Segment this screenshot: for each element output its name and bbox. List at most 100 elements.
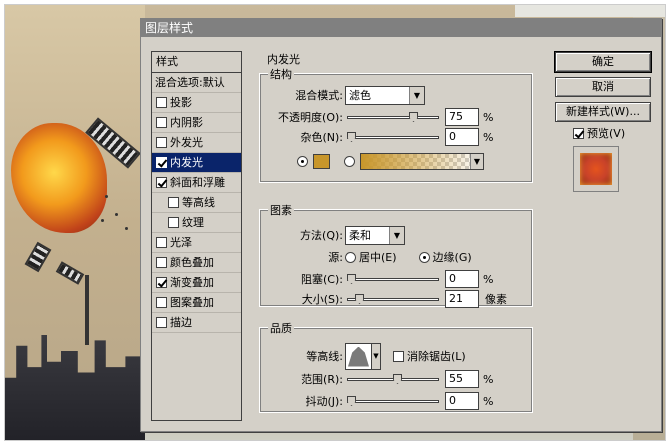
style-item-label: 描边 [170,316,192,329]
style-item-label: 等高线 [182,196,215,209]
panel-title: 内发光 [267,53,300,66]
opacity-slider[interactable] [347,112,439,122]
size-input[interactable]: 21 [445,290,479,308]
style-list-item[interactable]: 颜色叠加 [152,253,241,273]
style-list-item[interactable]: 内阴影 [152,113,241,133]
style-checkbox[interactable] [168,217,179,228]
style-items: 投影内阴影 外发光内发光斜面和浮雕等高线纹理光泽颜色叠加渐变叠加图案叠加描边 [152,93,241,333]
style-list-item[interactable]: 内发光 [152,153,241,173]
choke-label: 阻塞(C): [301,273,343,286]
jitter-input[interactable]: 0 [445,392,479,410]
inner-glow-panel: 内发光 结构 混合模式: 滤色 ▼ 不透明度(O): 75 % 杂色(N): 0… [259,51,541,421]
choke-slider[interactable] [347,274,439,284]
glow-color-swatch[interactable] [313,153,330,169]
range-label: 范围(R): [301,373,343,386]
size-slider-thumb[interactable] [355,294,364,304]
style-checkbox[interactable] [156,117,167,128]
style-checkbox[interactable] [156,137,167,148]
preview-label[interactable]: 预览(V) [587,125,625,141]
choke-input[interactable]: 0 [445,270,479,288]
range-slider-thumb[interactable] [393,374,402,384]
style-checkbox[interactable] [156,317,167,328]
style-checkbox[interactable] [156,97,167,108]
slider-track [347,116,439,119]
slider-track [347,400,439,403]
jitter-slider[interactable] [347,396,439,406]
contour-label: 等高线: [306,350,343,363]
new-style-button[interactable]: 新建样式(W)... [555,102,651,122]
preview-checkbox[interactable] [573,127,584,139]
elements-title: 图素 [268,202,294,218]
style-list-item[interactable]: 外发光 [152,133,241,153]
cancel-button[interactable]: 取消 [555,77,651,97]
blend-mode-select[interactable]: 滤色 ▼ [345,85,425,105]
method-select[interactable]: 柔和 ▼ [345,225,405,245]
style-item-label: 图案叠加 [170,296,214,309]
jitter-label: 抖动(J): [305,395,343,408]
styles-header[interactable]: 样式 [152,52,241,73]
style-checkbox[interactable] [156,177,167,188]
layer-style-dialog: 图层样式 样式 混合选项:默认 投影 内阴影 外发光 内发光 斜面和浮雕 等高线 纹理 光泽颜… [140,18,662,432]
noise-slider-thumb[interactable] [347,132,356,142]
noise-slider[interactable] [347,132,439,142]
method-value: 柔和 [349,229,371,242]
debris [105,195,108,198]
slider-track [347,136,439,139]
antialias-checkbox[interactable] [393,350,404,362]
style-checkbox[interactable] [168,197,179,208]
size-slider[interactable] [347,294,439,304]
style-checkbox[interactable] [156,257,167,268]
noise-unit: % [483,130,494,144]
size-unit: 像素 [485,293,507,306]
source-edge-radio[interactable] [418,251,430,263]
ok-button[interactable]: 确定 [554,51,652,73]
source-edge-label[interactable]: 边缘(G) [433,249,472,265]
style-item-label: 颜色叠加 [170,256,214,269]
dropdown-arrow-icon[interactable]: ▼ [372,342,381,370]
contour-curve-icon[interactable] [345,342,372,370]
style-list-item[interactable]: 斜面和浮雕 [152,173,241,193]
style-list-item[interactable]: 光泽 [152,233,241,253]
slider-track [347,278,439,281]
range-input[interactable]: 55 [445,370,479,388]
quality-title: 品质 [268,320,294,336]
canvas-strip [515,5,665,17]
style-item-label: 内发光 [170,156,203,169]
style-checkbox[interactable] [156,277,167,288]
jitter-slider-thumb[interactable] [347,396,356,406]
choke-slider-thumb[interactable] [347,274,356,284]
preview-swatch [580,153,612,185]
debris [115,213,118,216]
opacity-input[interactable]: 75 [445,108,479,126]
solid-color-radio[interactable] [297,155,308,167]
gradient-radio[interactable] [344,155,355,167]
style-list-item[interactable]: 渐变叠加 [152,273,241,293]
contour-shape [348,346,369,367]
style-item-label: 投影 [170,96,192,109]
range-slider[interactable] [347,374,439,384]
style-item-label: 光泽 [170,236,192,249]
opacity-slider-thumb[interactable] [409,112,418,122]
source-center-label[interactable]: 居中(E) [359,249,397,265]
glow-gradient-picker[interactable]: ▼ [360,152,484,170]
style-list-item[interactable]: 图案叠加 [152,293,241,313]
style-list-item[interactable]: 等高线 [152,193,241,213]
dropdown-arrow-icon: ▼ [389,226,404,244]
jitter-unit: % [483,394,494,408]
tower-spire [85,275,89,345]
dialog-title: 图层样式 [141,19,661,37]
style-checkbox[interactable] [156,237,167,248]
style-checkbox[interactable] [156,297,167,308]
choke-unit: % [483,272,494,286]
style-checkbox[interactable] [156,157,167,168]
style-list-item[interactable]: 描边 [152,313,241,333]
style-item-label: 渐变叠加 [170,276,214,289]
noise-input[interactable]: 0 [445,128,479,146]
source-center-radio[interactable] [345,251,356,263]
blending-options-item[interactable]: 混合选项:默认 [152,73,241,93]
debris [125,227,128,230]
style-list-item[interactable]: 投影 [152,93,241,113]
style-list-item[interactable]: 纹理 [152,213,241,233]
antialias-label[interactable]: 消除锯齿(L) [407,348,466,364]
size-label: 大小(S): [301,293,343,306]
